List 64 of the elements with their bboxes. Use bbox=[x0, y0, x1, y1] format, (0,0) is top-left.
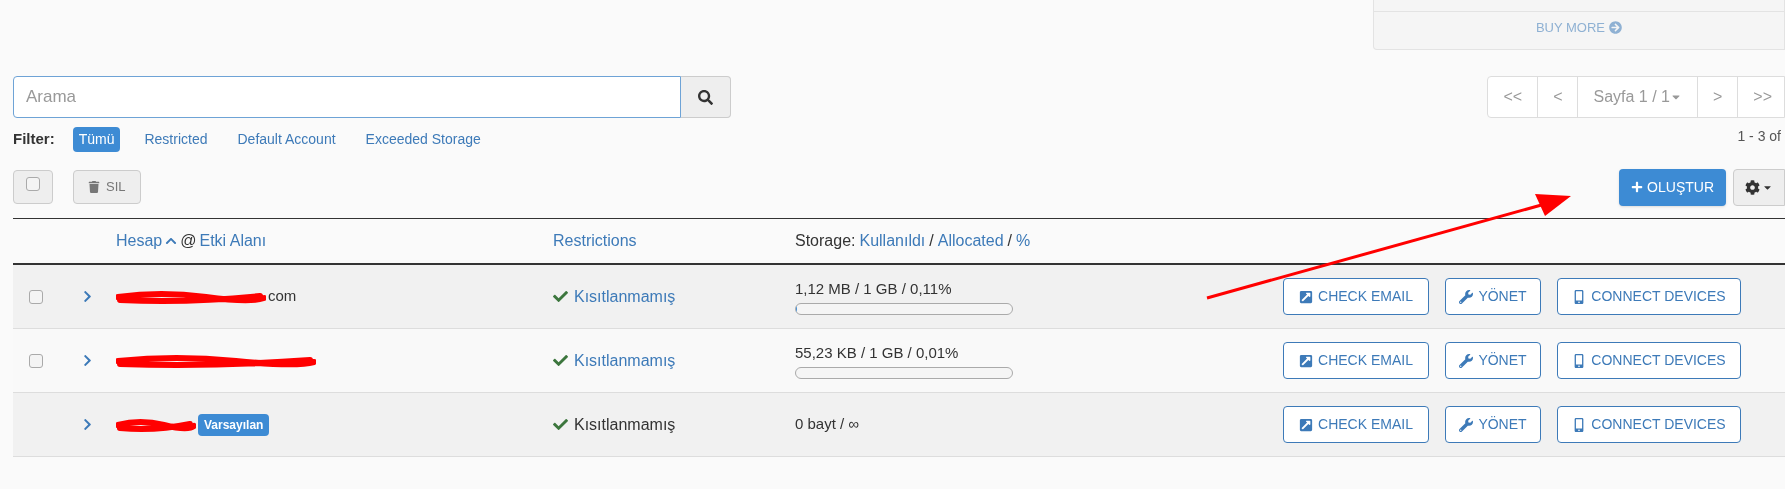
checkbox[interactable] bbox=[26, 177, 40, 191]
column-sort-link[interactable]: Etki Alanı bbox=[199, 229, 267, 253]
account-name: com bbox=[268, 286, 297, 307]
storage-usage: 1,12 MB / 1 GB / 0,11% bbox=[795, 278, 953, 299]
external-link-icon bbox=[1299, 353, 1314, 368]
check-icon bbox=[553, 289, 568, 304]
checkbox[interactable] bbox=[29, 353, 43, 368]
trash-icon bbox=[88, 181, 100, 193]
create-button[interactable]: OLUŞTUR bbox=[1619, 168, 1726, 206]
select-all-button[interactable] bbox=[13, 170, 53, 204]
separator: / bbox=[1007, 231, 1013, 251]
filter-label: Filter: bbox=[13, 128, 55, 149]
manage-button[interactable]: YÖNET bbox=[1445, 406, 1541, 443]
settings-button[interactable] bbox=[1733, 168, 1785, 206]
search-icon bbox=[698, 89, 713, 105]
filter-option[interactable]: Default Account bbox=[231, 126, 342, 152]
check-icon bbox=[553, 417, 568, 432]
connect-devices-button[interactable]: CONNECT DEVICES bbox=[1557, 278, 1741, 315]
expand-chevron-icon[interactable] bbox=[81, 418, 94, 431]
filter-option[interactable]: Restricted bbox=[138, 126, 214, 152]
column-header: @ bbox=[180, 231, 197, 251]
check-email-button[interactable]: CHECK EMAIL bbox=[1283, 406, 1429, 443]
wrench-icon bbox=[1459, 353, 1474, 368]
check-email-button[interactable]: CHECK EMAIL bbox=[1283, 278, 1429, 315]
restriction-link[interactable]: Kısıtlanmamış bbox=[574, 348, 676, 373]
expand-chevron-icon[interactable] bbox=[81, 354, 94, 367]
storage-usage: 55,23 KB / 1 GB / 0,01% bbox=[795, 342, 960, 363]
external-link-icon bbox=[1299, 289, 1314, 304]
plus-icon bbox=[1631, 181, 1644, 193]
connect-devices-button[interactable]: CONNECT DEVICES bbox=[1557, 342, 1741, 379]
check-icon bbox=[553, 353, 568, 368]
wrench-icon bbox=[1459, 289, 1474, 304]
checkbox[interactable] bbox=[29, 289, 43, 304]
check-email-button[interactable]: CHECK EMAIL bbox=[1283, 342, 1429, 379]
external-link-icon bbox=[1299, 417, 1314, 432]
column-sort-link[interactable]: Hesap bbox=[116, 229, 163, 253]
wrench-icon bbox=[1459, 417, 1474, 432]
restriction-status: Kısıtlanmamış bbox=[574, 414, 676, 435]
manage-button[interactable]: YÖNET bbox=[1445, 342, 1541, 379]
restriction-link[interactable]: Kısıtlanmamış bbox=[574, 284, 676, 309]
search-field[interactable]: Arama bbox=[13, 76, 681, 118]
filter-option[interactable]: Tümü bbox=[72, 126, 121, 152]
page-button[interactable]: > bbox=[1697, 77, 1739, 117]
page-button[interactable]: >> bbox=[1738, 77, 1784, 117]
separator: / bbox=[929, 231, 934, 251]
column-header: Storage: bbox=[795, 231, 856, 251]
column-sort-link[interactable]: % bbox=[1016, 229, 1031, 253]
sort-up-icon bbox=[165, 235, 178, 247]
column-sort-link[interactable]: Restrictions bbox=[553, 229, 795, 253]
delete-button[interactable]: SIL bbox=[73, 170, 141, 204]
column-sort-link[interactable]: Kullanıldı bbox=[859, 229, 926, 253]
expand-chevron-icon[interactable] bbox=[81, 290, 94, 303]
filter-option[interactable]: Exceeded Storage bbox=[359, 126, 487, 152]
page-button[interactable]: < bbox=[1538, 77, 1579, 117]
default-badge: Varsayılan bbox=[198, 413, 270, 436]
page-range: 1 - 3 of bbox=[1737, 127, 1782, 146]
page-button[interactable]: << bbox=[1488, 77, 1539, 117]
connect-devices-button[interactable]: CONNECT DEVICES bbox=[1557, 406, 1741, 443]
settings-icon bbox=[1745, 179, 1760, 195]
page-dropdown[interactable]: Sayfa 1 / 1 bbox=[1578, 77, 1698, 117]
manage-button[interactable]: YÖNET bbox=[1445, 278, 1541, 315]
column-sort-link[interactable]: Allocated bbox=[937, 229, 1004, 253]
search-button[interactable] bbox=[681, 76, 731, 118]
storage-usage: 0 bayt / ∞ bbox=[795, 414, 861, 435]
